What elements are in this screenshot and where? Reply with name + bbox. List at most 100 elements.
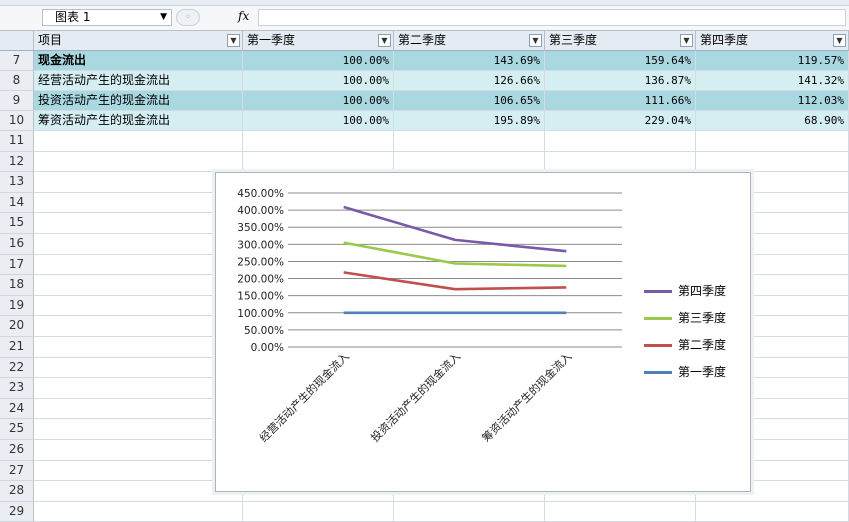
table-cell[interactable]: 136.87% <box>545 71 696 91</box>
empty-cell[interactable] <box>34 440 243 461</box>
column-header-label: 项目 <box>38 33 63 47</box>
row-header[interactable]: 22 <box>0 357 34 379</box>
line-chart[interactable]: 0.00% 50.00% 100.00% 150.00% 200.00% 250.00% 3… <box>215 172 751 492</box>
row-header[interactable]: 23 <box>0 378 34 399</box>
select-all-corner[interactable] <box>0 31 34 51</box>
empty-cell[interactable] <box>34 213 243 234</box>
empty-cell[interactable] <box>34 357 243 379</box>
column-header-4[interactable]: 第四季度 ▼ <box>696 31 849 51</box>
filter-dropdown-icon[interactable]: ▼ <box>227 34 240 47</box>
row-header[interactable]: 21 <box>0 337 34 358</box>
table-row-label[interactable]: 投资活动产生的现金流出 <box>34 91 243 111</box>
column-header-2[interactable]: 第二季度 ▼ <box>394 31 545 51</box>
row-header[interactable]: 24 <box>0 398 34 420</box>
column-header-1[interactable]: 第一季度 ▼ <box>243 31 394 51</box>
name-box[interactable]: 图表 1 ▼ <box>42 9 172 26</box>
empty-cell[interactable] <box>34 419 243 440</box>
empty-cell[interactable] <box>243 151 394 173</box>
empty-cell[interactable] <box>545 131 696 152</box>
empty-cell[interactable] <box>34 460 243 482</box>
row-header[interactable]: 12 <box>0 151 34 173</box>
legend-label: 第二季度 <box>678 338 727 352</box>
formula-expand-button[interactable]: ◦ <box>176 9 200 26</box>
table-cell[interactable]: 111.66% <box>545 91 696 111</box>
empty-cell[interactable] <box>34 501 243 522</box>
table-cell[interactable]: 195.89% <box>394 111 545 131</box>
filter-dropdown-icon[interactable]: ▼ <box>378 34 391 47</box>
empty-cell[interactable] <box>394 131 545 152</box>
series-line-1 <box>343 241 567 268</box>
column-header-0[interactable]: 项目 ▼ <box>34 31 243 51</box>
empty-cell[interactable] <box>34 151 243 173</box>
y-tick-label: 300.00% <box>237 239 284 251</box>
row-header[interactable]: 26 <box>0 440 34 461</box>
legend-item[interactable]: 第一季度 <box>644 364 744 380</box>
row-header[interactable]: 16 <box>0 234 34 255</box>
empty-cell[interactable] <box>394 151 545 173</box>
table-row-label[interactable]: 现金流出 <box>34 51 243 71</box>
table-cell[interactable]: 126.66% <box>394 71 545 91</box>
column-header-3[interactable]: 第三季度 ▼ <box>545 31 696 51</box>
table-cell[interactable]: 119.57% <box>696 51 849 71</box>
row-header[interactable]: 20 <box>0 316 34 337</box>
table-cell[interactable]: 229.04% <box>545 111 696 131</box>
row-header[interactable]: 25 <box>0 419 34 440</box>
table-cell[interactable]: 143.69% <box>394 51 545 71</box>
row-header[interactable]: 17 <box>0 254 34 276</box>
row-header[interactable]: 13 <box>0 172 34 193</box>
row-header[interactable]: 7 <box>0 51 34 71</box>
empty-cell[interactable] <box>34 398 243 420</box>
table-row-label[interactable]: 筹资活动产生的现金流出 <box>34 111 243 131</box>
y-tick-label: 350.00% <box>237 222 284 234</box>
empty-cell[interactable] <box>243 131 394 152</box>
row-header[interactable]: 15 <box>0 213 34 234</box>
y-tick-label: 100.00% <box>237 308 284 320</box>
filter-dropdown-icon[interactable]: ▼ <box>529 34 542 47</box>
legend-item[interactable]: 第二季度 <box>644 337 744 353</box>
legend-item[interactable]: 第四季度 <box>644 283 744 299</box>
column-header-label: 第一季度 <box>247 33 296 47</box>
row-header[interactable]: 10 <box>0 111 34 131</box>
row-header[interactable]: 14 <box>0 192 34 214</box>
table-cell[interactable]: 100.00% <box>243 91 394 111</box>
legend-item[interactable]: 第三季度 <box>644 310 744 326</box>
empty-cell[interactable] <box>34 316 243 337</box>
empty-cell[interactable] <box>34 337 243 358</box>
table-cell[interactable]: 159.64% <box>545 51 696 71</box>
row-header[interactable]: 29 <box>0 501 34 522</box>
row-header[interactable]: 27 <box>0 460 34 482</box>
filter-dropdown-icon[interactable]: ▼ <box>680 34 693 47</box>
empty-cell[interactable] <box>34 378 243 399</box>
chevron-down-icon[interactable]: ▼ <box>160 10 167 25</box>
formula-input[interactable] <box>258 9 846 26</box>
empty-cell[interactable] <box>34 172 243 193</box>
table-cell[interactable]: 100.00% <box>243 71 394 91</box>
row-header[interactable]: 11 <box>0 131 34 152</box>
empty-cell[interactable] <box>545 151 696 173</box>
empty-cell[interactable] <box>34 275 243 296</box>
table-cell[interactable]: 112.03% <box>696 91 849 111</box>
table-cell[interactable]: 141.32% <box>696 71 849 91</box>
empty-cell[interactable] <box>545 501 696 522</box>
empty-cell[interactable] <box>34 295 243 317</box>
empty-cell[interactable] <box>243 501 394 522</box>
empty-cell[interactable] <box>34 131 243 152</box>
empty-cell[interactable] <box>34 234 243 255</box>
filter-dropdown-icon[interactable]: ▼ <box>833 34 846 47</box>
table-row-label[interactable]: 经营活动产生的现金流出 <box>34 71 243 91</box>
function-icon[interactable]: fx <box>238 9 249 23</box>
table-cell[interactable]: 100.00% <box>243 51 394 71</box>
empty-cell[interactable] <box>696 501 849 522</box>
row-header[interactable]: 9 <box>0 91 34 111</box>
empty-cell[interactable] <box>696 151 849 173</box>
row-header[interactable]: 19 <box>0 295 34 317</box>
row-header[interactable]: 8 <box>0 71 34 91</box>
empty-cell[interactable] <box>34 192 243 214</box>
empty-cell[interactable] <box>394 501 545 522</box>
table-cell[interactable]: 68.90% <box>696 111 849 131</box>
table-cell[interactable]: 106.65% <box>394 91 545 111</box>
row-header[interactable]: 18 <box>0 275 34 296</box>
empty-cell[interactable] <box>696 131 849 152</box>
table-cell[interactable]: 100.00% <box>243 111 394 131</box>
empty-cell[interactable] <box>34 254 243 276</box>
